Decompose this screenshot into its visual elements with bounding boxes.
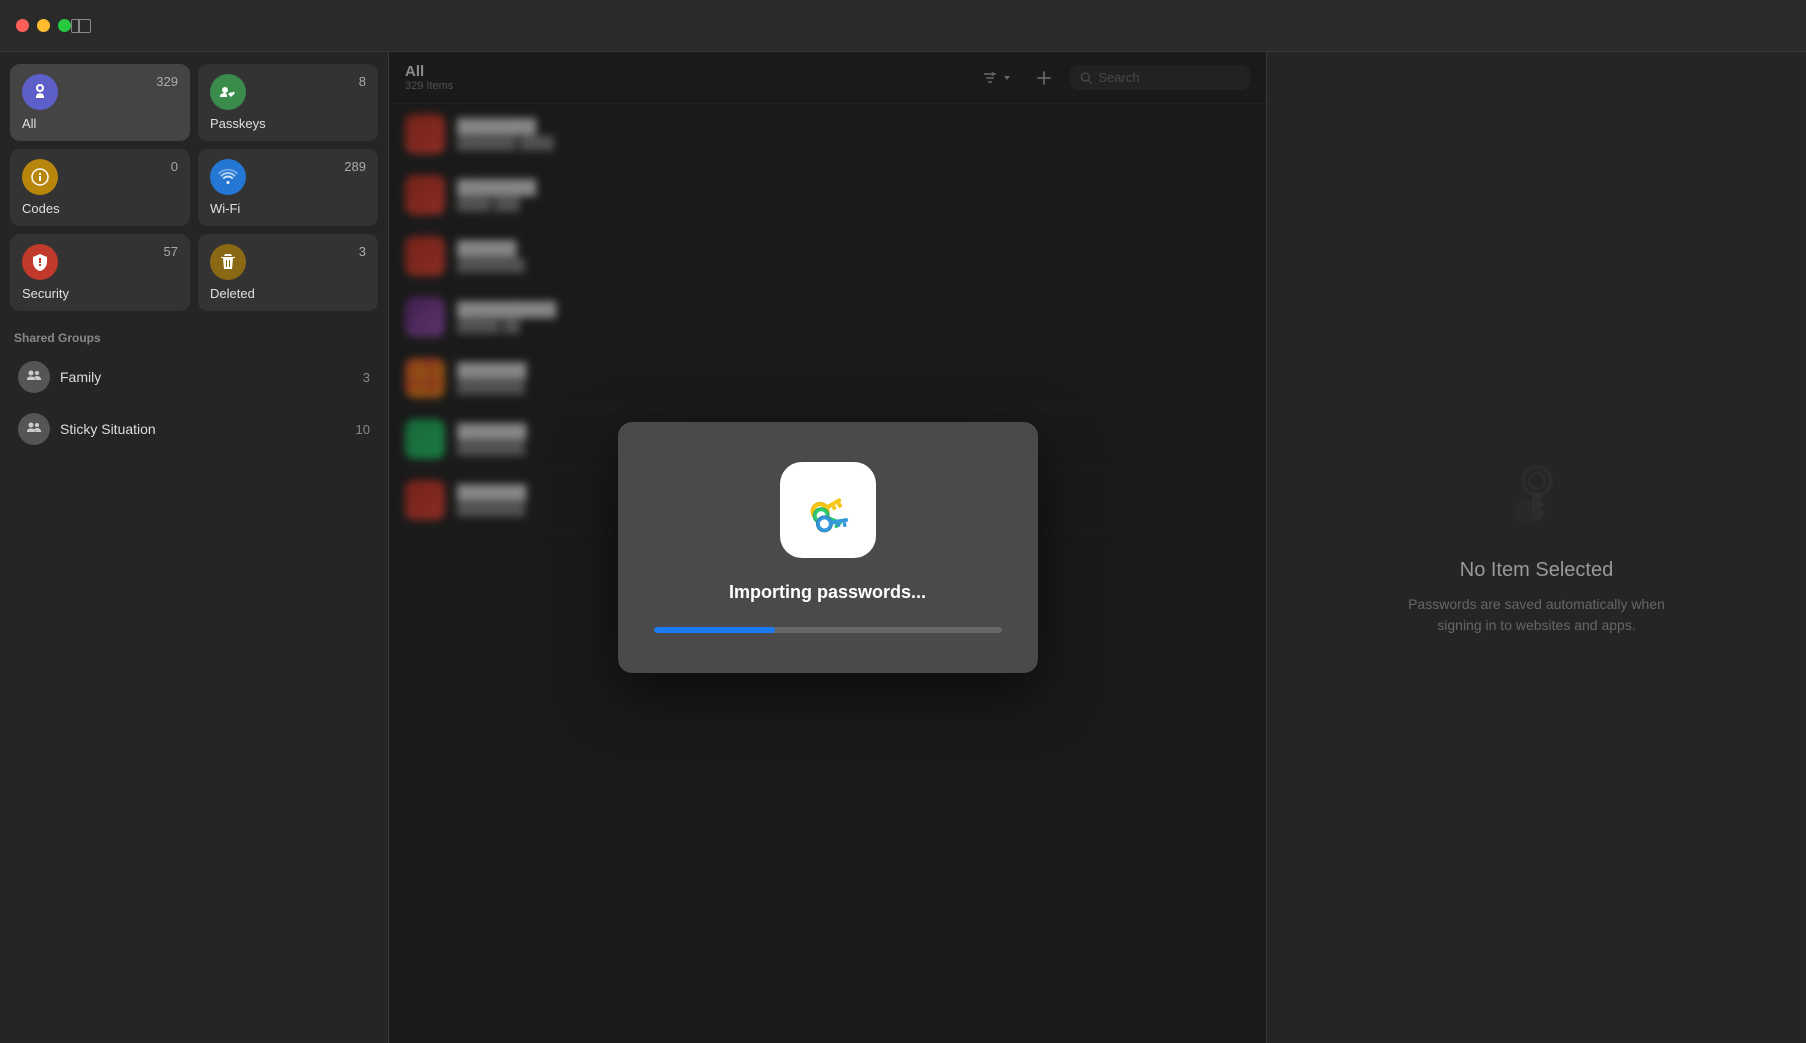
close-button[interactable]: [16, 19, 29, 32]
sidebar-item-all[interactable]: 329 All: [10, 64, 190, 141]
wifi-icon: [210, 159, 246, 195]
no-item-subtitle: Passwords are saved automatically when s…: [1397, 594, 1677, 636]
modal-progress-fill: [654, 627, 776, 633]
sticky-count: 10: [356, 422, 370, 437]
family-count: 3: [363, 370, 370, 385]
passkeys-icon: [210, 74, 246, 110]
passkeys-count: 8: [359, 74, 366, 89]
passwords-app-icon: [796, 478, 860, 542]
card-top-all: 329: [22, 74, 178, 110]
no-item-icon: [1497, 459, 1577, 539]
modal-overlay: Importing passwords...: [389, 52, 1266, 1043]
minimize-button[interactable]: [37, 19, 50, 32]
sticky-icon: [18, 413, 50, 445]
card-top-deleted: 3: [210, 244, 366, 280]
codes-label: Codes: [22, 201, 178, 216]
deleted-label: Deleted: [210, 286, 366, 301]
detail-pane: No Item Selected Passwords are saved aut…: [1266, 52, 1806, 1043]
security-count: 57: [164, 244, 178, 259]
card-top-codes: 0: [22, 159, 178, 195]
modal-progress-bar: [654, 627, 1002, 633]
wifi-count: 289: [344, 159, 366, 174]
titlebar: [0, 0, 1806, 52]
family-icon: [18, 361, 50, 393]
sidebar-item-wifi[interactable]: 289 Wi-Fi: [198, 149, 378, 226]
main-layout: 329 All 8 Passkeys: [0, 52, 1806, 1043]
deleted-count: 3: [359, 244, 366, 259]
security-label: Security: [22, 286, 178, 301]
sidebar-item-security[interactable]: 57 Security: [10, 234, 190, 311]
modal-title: Importing passwords...: [729, 582, 926, 603]
deleted-icon: [210, 244, 246, 280]
card-top-security: 57: [22, 244, 178, 280]
content-pane: All 329 Items: [388, 52, 1266, 1043]
sidebar-item-codes[interactable]: 0 Codes: [10, 149, 190, 226]
no-item-title: No Item Selected: [1460, 559, 1613, 582]
sidebar: 329 All 8 Passkeys: [0, 52, 388, 1043]
maximize-button[interactable]: [58, 19, 71, 32]
passkeys-label: Passkeys: [210, 116, 366, 131]
sidebar-item-deleted[interactable]: 3 Deleted: [198, 234, 378, 311]
family-label: Family: [60, 369, 353, 385]
import-modal: Importing passwords...: [618, 422, 1038, 673]
codes-count: 0: [171, 159, 178, 174]
wifi-label: Wi-Fi: [210, 201, 366, 216]
all-label: All: [22, 116, 178, 131]
shared-groups-header: Shared Groups: [10, 323, 378, 349]
sticky-label: Sticky Situation: [60, 421, 346, 437]
security-icon: [22, 244, 58, 280]
card-top-wifi: 289: [210, 159, 366, 195]
sidebar-item-family[interactable]: Family 3: [10, 353, 378, 401]
sidebar-item-sticky[interactable]: Sticky Situation 10: [10, 405, 378, 453]
codes-icon: [22, 159, 58, 195]
traffic-lights: [16, 19, 71, 32]
card-top-passkeys: 8: [210, 74, 366, 110]
all-count: 329: [156, 74, 178, 89]
sidebar-toggle-button[interactable]: [71, 19, 91, 33]
sidebar-item-passkeys[interactable]: 8 Passkeys: [198, 64, 378, 141]
category-grid: 329 All 8 Passkeys: [10, 64, 378, 311]
all-icon: [22, 74, 58, 110]
app-icon: [780, 462, 876, 558]
